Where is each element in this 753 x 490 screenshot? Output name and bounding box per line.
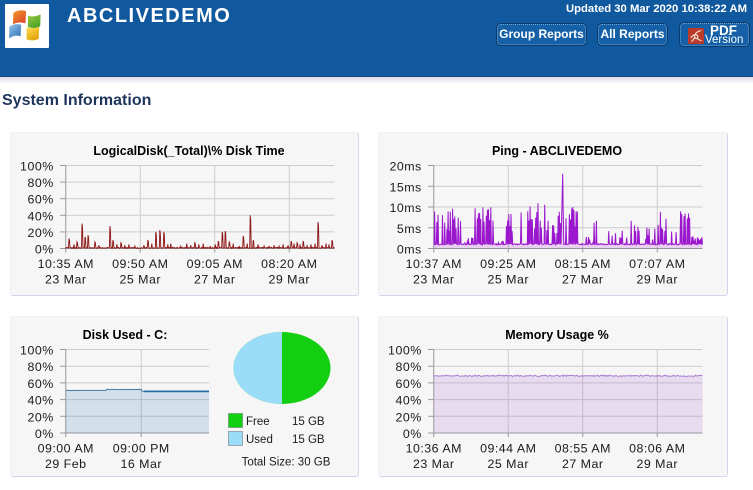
svg-text:80%: 80% xyxy=(27,360,53,374)
svg-text:Ping - ABCLIVEDEMO: Ping - ABCLIVEDEMO xyxy=(492,144,622,158)
svg-text:27 Mar: 27 Mar xyxy=(194,273,236,287)
svg-text:LogicalDisk(_Total)\% Disk Tim: LogicalDisk(_Total)\% Disk Time xyxy=(93,144,284,158)
svg-text:10:37 AM: 10:37 AM xyxy=(406,257,462,271)
svg-text:20ms: 20ms xyxy=(389,160,421,174)
svg-text:15 GB: 15 GB xyxy=(292,416,325,428)
svg-text:07:07 AM: 07:07 AM xyxy=(629,257,685,271)
svg-text:25 Mar: 25 Mar xyxy=(119,273,161,287)
svg-text:80%: 80% xyxy=(395,360,421,374)
svg-text:20%: 20% xyxy=(395,410,421,424)
svg-text:0%: 0% xyxy=(35,243,54,257)
svg-text:09:00 PM: 09:00 PM xyxy=(113,442,170,456)
svg-text:27 Mar: 27 Mar xyxy=(562,457,604,471)
svg-text:10:35 AM: 10:35 AM xyxy=(38,257,94,271)
svg-text:Disk Used - C:: Disk Used - C: xyxy=(83,328,168,342)
svg-text:0%: 0% xyxy=(403,427,422,441)
svg-text:10ms: 10ms xyxy=(389,201,421,215)
svg-text:09:05 AM: 09:05 AM xyxy=(187,257,243,271)
svg-text:15ms: 15ms xyxy=(389,180,421,194)
svg-text:23 Mar: 23 Mar xyxy=(413,457,455,471)
svg-text:29 Mar: 29 Mar xyxy=(636,273,678,287)
svg-text:40%: 40% xyxy=(395,394,421,408)
svg-text:80%: 80% xyxy=(27,176,53,190)
svg-text:09:00 AM: 09:00 AM xyxy=(38,442,94,456)
svg-text:40%: 40% xyxy=(27,394,53,408)
svg-text:100%: 100% xyxy=(20,344,54,358)
svg-text:15 GB: 15 GB xyxy=(292,434,325,446)
svg-text:Free: Free xyxy=(246,416,270,428)
svg-text:0ms: 0ms xyxy=(397,243,422,257)
svg-text:Used: Used xyxy=(246,434,273,446)
svg-text:27 Mar: 27 Mar xyxy=(562,273,604,287)
svg-text:20%: 20% xyxy=(27,226,53,240)
svg-text:29 Mar: 29 Mar xyxy=(268,273,310,287)
svg-text:Total Size: 30 GB: Total Size: 30 GB xyxy=(242,457,331,469)
svg-text:60%: 60% xyxy=(27,377,53,391)
svg-text:16 Mar: 16 Mar xyxy=(120,457,162,471)
svg-text:09:50 AM: 09:50 AM xyxy=(112,257,168,271)
svg-text:08:06 AM: 08:06 AM xyxy=(629,442,685,456)
svg-text:25 Mar: 25 Mar xyxy=(487,457,529,471)
svg-text:08:55 AM: 08:55 AM xyxy=(555,442,611,456)
svg-text:60%: 60% xyxy=(27,193,53,207)
svg-text:09:44 AM: 09:44 AM xyxy=(480,442,536,456)
svg-text:09:25 AM: 09:25 AM xyxy=(480,257,536,271)
svg-text:100%: 100% xyxy=(20,160,54,174)
svg-text:25 Mar: 25 Mar xyxy=(487,273,529,287)
svg-text:100%: 100% xyxy=(388,344,422,358)
svg-text:0%: 0% xyxy=(35,427,54,441)
svg-text:08:15 AM: 08:15 AM xyxy=(555,257,611,271)
svg-text:23 Mar: 23 Mar xyxy=(413,273,455,287)
svg-text:29 Feb: 29 Feb xyxy=(45,457,87,471)
svg-text:5ms: 5ms xyxy=(397,222,422,236)
svg-text:60%: 60% xyxy=(395,377,421,391)
svg-text:29 Mar: 29 Mar xyxy=(636,457,678,471)
svg-text:10:36 AM: 10:36 AM xyxy=(406,442,462,456)
svg-text:23 Mar: 23 Mar xyxy=(45,273,87,287)
svg-text:20%: 20% xyxy=(27,410,53,424)
svg-text:Memory Usage %: Memory Usage % xyxy=(505,328,609,342)
svg-text:08:20 AM: 08:20 AM xyxy=(261,257,317,271)
svg-text:40%: 40% xyxy=(27,209,53,223)
